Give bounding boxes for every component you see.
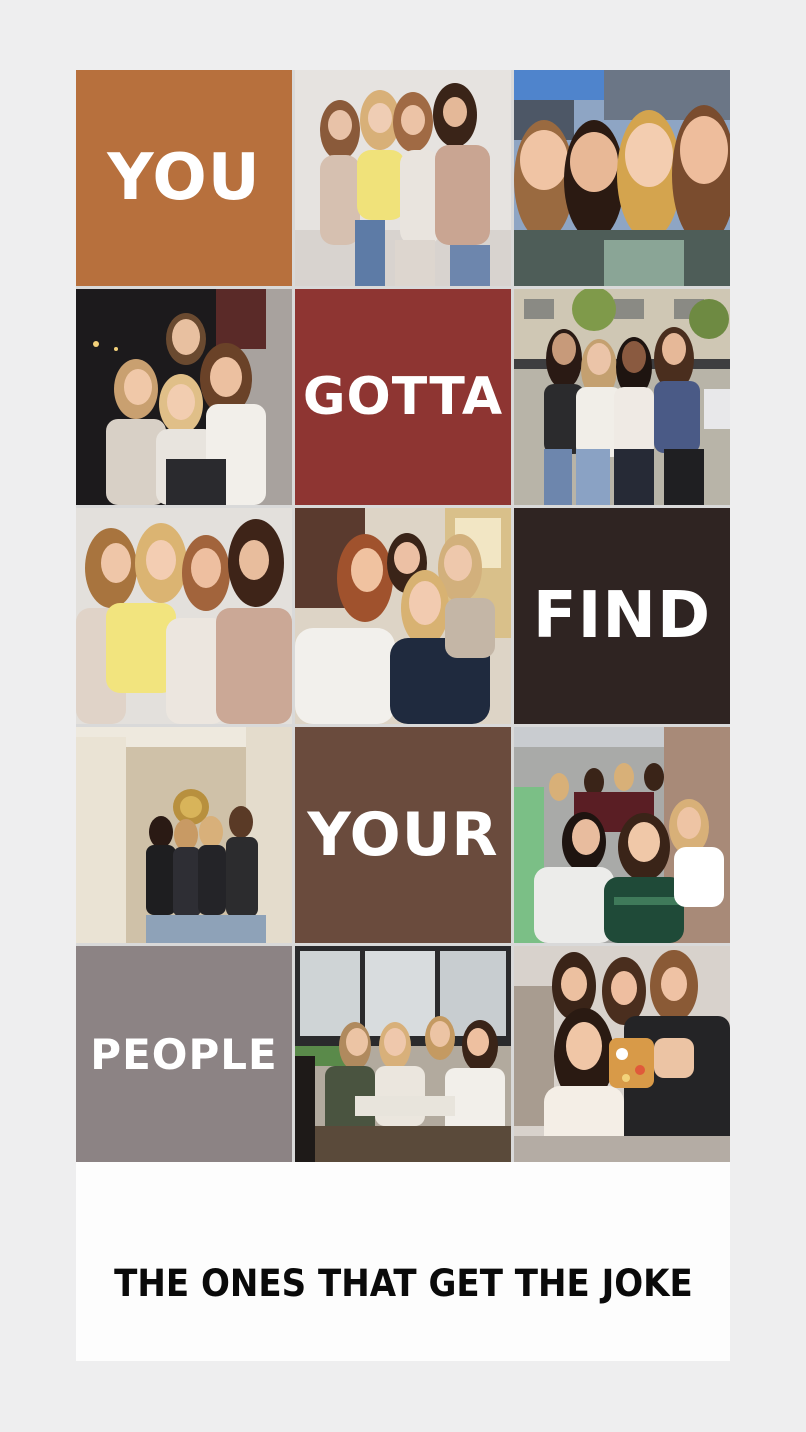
- tagline-text: THE ONES THAT GET THE JOKE: [113, 1262, 693, 1305]
- photo-tile-9: [295, 946, 511, 1162]
- photo-tile-8: [514, 727, 730, 943]
- word-tile-people: PEOPLE: [76, 946, 292, 1162]
- word-you: YOU: [107, 141, 261, 215]
- photo-tile-2: [514, 70, 730, 286]
- word-people: PEOPLE: [90, 1029, 278, 1079]
- word-your: YOUR: [307, 800, 499, 870]
- photo-group-indoor-hug: [295, 508, 511, 724]
- word-tile-find: FIND: [514, 508, 730, 724]
- photo-tile-1: [295, 70, 511, 286]
- photo-tile-7: [76, 727, 292, 943]
- tagline-area: THE ONES THAT GET THE JOKE: [76, 1162, 730, 1361]
- word-gotta: GOTTA: [302, 367, 504, 427]
- photo-tile-3: [76, 289, 292, 505]
- photo-group-cafe-table: [295, 946, 511, 1162]
- collage-grid: YOU GOTTA FIND YOUR PEOPLE: [76, 70, 730, 1162]
- word-find: FIND: [532, 579, 712, 653]
- photo-group-hug-studio-2: [76, 508, 292, 724]
- photo-group-night-street: [76, 289, 292, 505]
- photo-tile-10: [514, 946, 730, 1162]
- word-tile-your: YOUR: [295, 727, 511, 943]
- photo-group-street-selfie: [514, 727, 730, 943]
- word-tile-gotta: GOTTA: [295, 289, 511, 505]
- photo-group-mirror-selfie: [514, 946, 730, 1162]
- photo-group-hug-studio: [295, 70, 511, 286]
- collage-board: YOU GOTTA FIND YOUR PEOPLE THE ONES THAT…: [76, 70, 730, 1361]
- word-tile-you: YOU: [76, 70, 292, 286]
- photo-tile-5: [76, 508, 292, 724]
- photo-group-street-evening: [514, 289, 730, 505]
- photo-group-selfie-outdoor: [514, 70, 730, 286]
- photo-tile-4: [514, 289, 730, 505]
- photo-group-hallway: [76, 727, 292, 943]
- photo-tile-6: [295, 508, 511, 724]
